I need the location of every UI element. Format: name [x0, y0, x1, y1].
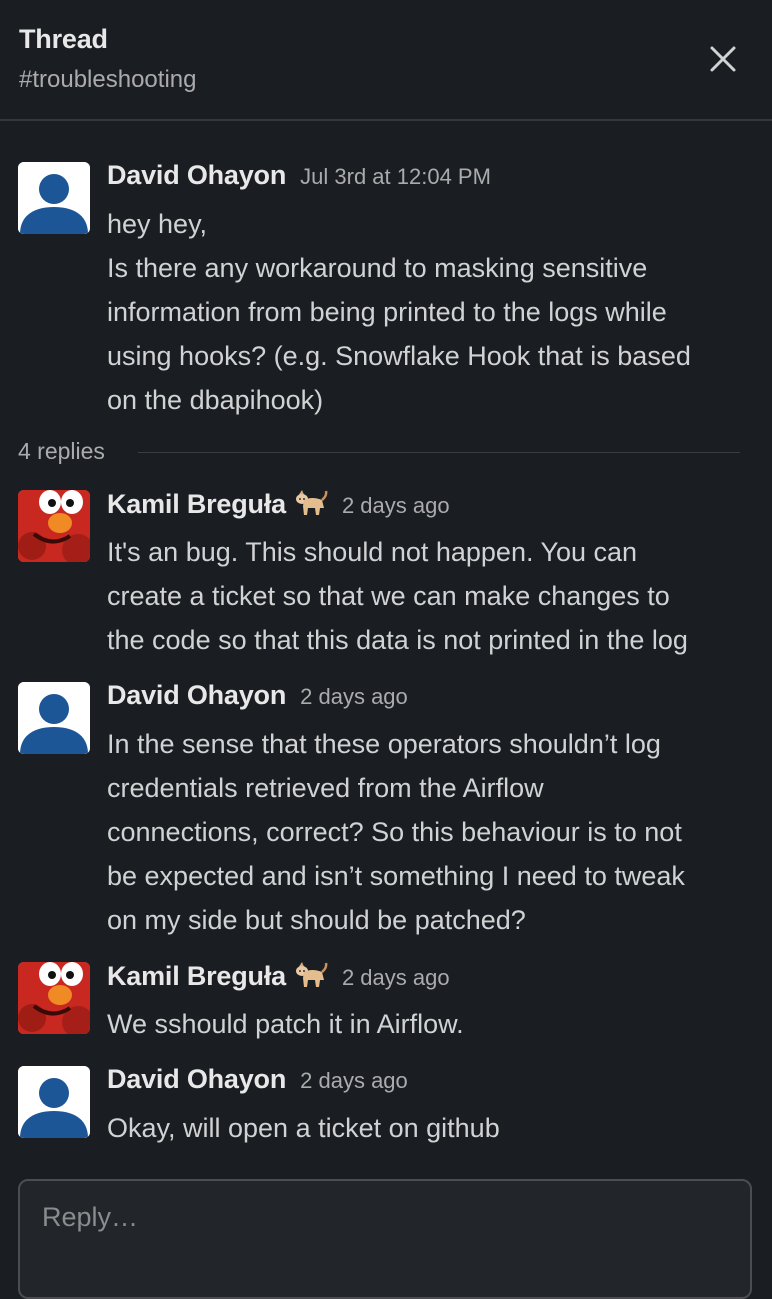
message-line: information from being printed to the lo…: [107, 297, 667, 327]
message-line: connections, correct? So this behaviour …: [107, 817, 682, 847]
default-user-avatar-icon: [18, 1066, 90, 1138]
message-line: on the dbapihook): [107, 385, 324, 415]
message-header: David Ohayon 2 days ago: [107, 1064, 408, 1095]
thread-title: Thread: [19, 24, 108, 54]
replies-divider: 4 replies: [18, 436, 740, 470]
message-line: create a ticket so that we can make chan…: [107, 581, 670, 611]
avatar[interactable]: [18, 490, 90, 562]
message-header: Kamil Breguła 2 days ago: [107, 960, 450, 992]
author-name[interactable]: David Ohayon: [107, 680, 286, 710]
message-line: In the sense that these operators should…: [107, 729, 661, 759]
message-timestamp[interactable]: 2 days ago: [300, 1068, 408, 1093]
message-timestamp[interactable]: 2 days ago: [300, 684, 408, 709]
message-header: Kamil Breguła 2 days ago: [107, 488, 450, 520]
cat-emoji-icon[interactable]: [294, 488, 328, 518]
message-body: We sshould patch it in Airflow.: [107, 1002, 767, 1046]
message-line: credentials retrieved from the Airflow: [107, 773, 544, 803]
reply-composer[interactable]: [18, 1179, 752, 1299]
message-header: David Ohayon 2 days ago: [107, 680, 408, 711]
message-body: In the sense that these operators should…: [107, 722, 767, 942]
message-line: on my side but should be patched?: [107, 905, 526, 935]
author-name[interactable]: Kamil Breguła: [107, 489, 286, 519]
avatar[interactable]: [18, 162, 90, 234]
thread-header: Thread #troubleshooting: [0, 0, 772, 121]
message-timestamp[interactable]: Jul 3rd at 12:04 PM: [300, 164, 491, 189]
message-timestamp[interactable]: 2 days ago: [342, 493, 450, 518]
close-icon: [710, 46, 736, 72]
avatar[interactable]: [18, 962, 90, 1034]
elmo-avatar-icon: [18, 962, 90, 1034]
message-body: hey hey, Is there any workaround to mask…: [107, 202, 767, 422]
message-line: using hooks? (e.g. Snowflake Hook that i…: [107, 341, 691, 371]
message-line: the code so that this data is not printe…: [107, 625, 688, 655]
author-name[interactable]: David Ohayon: [107, 1064, 286, 1094]
message-line: Okay, will open a ticket on github: [107, 1113, 500, 1143]
close-thread-button[interactable]: [700, 36, 746, 82]
message-line: It's an bug. This should not happen. You…: [107, 537, 638, 567]
default-user-avatar-icon: [18, 682, 90, 754]
avatar[interactable]: [18, 682, 90, 754]
author-name[interactable]: Kamil Breguła: [107, 961, 286, 991]
divider-line: [138, 452, 740, 453]
replies-count: 4 replies: [18, 438, 105, 464]
message-header: David Ohayon Jul 3rd at 12:04 PM: [107, 160, 491, 191]
message-body: Okay, will open a ticket on github: [107, 1106, 767, 1150]
elmo-avatar-icon: [18, 490, 90, 562]
message-line: be expected and isn’t something I need t…: [107, 861, 685, 891]
message-line: hey hey,: [107, 209, 208, 239]
avatar[interactable]: [18, 1066, 90, 1138]
reply-input[interactable]: [40, 1201, 724, 1234]
message-line: Is there any workaround to masking sensi…: [107, 253, 648, 283]
channel-name[interactable]: #troubleshooting: [19, 66, 196, 94]
cat-emoji-icon[interactable]: [294, 960, 328, 990]
message-timestamp[interactable]: 2 days ago: [342, 965, 450, 990]
default-user-avatar-icon: [18, 162, 90, 234]
author-name[interactable]: David Ohayon: [107, 160, 286, 190]
message-line: We sshould patch it in Airflow.: [107, 1009, 464, 1039]
message-body: It's an bug. This should not happen. You…: [107, 530, 767, 662]
